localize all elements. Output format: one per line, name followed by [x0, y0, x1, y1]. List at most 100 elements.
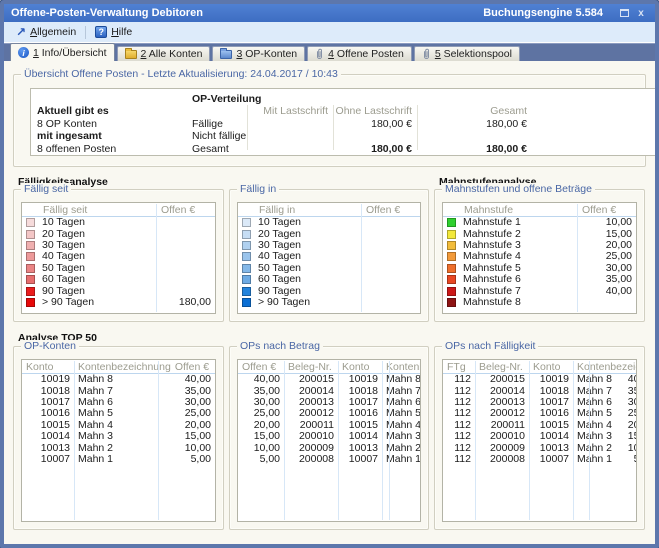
- value-faellige-gesamt: 180,00 €: [417, 118, 532, 130]
- op-verteilung-title: OP-Verteilung: [192, 93, 247, 105]
- op-konten-table: KontoKontenbezeichnungOffen €10019Mahn 8…: [21, 359, 216, 522]
- color-swatch: [242, 275, 251, 284]
- paperclip-icon: [422, 48, 431, 60]
- color-swatch: [242, 264, 251, 273]
- tab-label: 4 Offene Posten: [328, 48, 404, 60]
- column-divider: [475, 361, 476, 520]
- menu-item-allgemein[interactable]: ↗Allgemein: [12, 24, 80, 40]
- column-header: Offen €: [238, 361, 284, 373]
- tab-offene-posten[interactable]: 4 Offene Posten: [307, 46, 412, 61]
- table-header-row: Fällig seitOffen €: [22, 203, 215, 217]
- folder-icon: [125, 50, 137, 59]
- color-swatch: [242, 230, 251, 239]
- tab-info-uebersicht[interactable]: 1 Info/Übersicht: [10, 43, 115, 61]
- table-header-row: FTgBeleg-Nr.KontoKontenbezeichnungOffen …: [443, 360, 636, 374]
- column-header-mit-lastschrift: Mit Lastschrift: [247, 105, 333, 117]
- column-header: FTg: [443, 361, 475, 373]
- tab-label: 3 OP-Konten: [236, 48, 297, 60]
- table-row[interactable]: 11220001010014Mahn 315,00: [443, 431, 636, 442]
- column-divider: [247, 105, 248, 150]
- mahnstufen-table: MahnstufeOffen €Mahnstufe 110,00Mahnstuf…: [442, 202, 637, 314]
- color-swatch: [26, 252, 35, 261]
- column-divider: [338, 361, 339, 520]
- color-swatch: [26, 230, 35, 239]
- table-row[interactable]: 10 Tagen: [238, 217, 420, 228]
- table-row[interactable]: 40,0020001510019Mahn 8112: [238, 374, 420, 385]
- table-row[interactable]: Mahnstufe 425,00: [443, 251, 636, 262]
- faellig-seit-frame-label: Fällig seit: [21, 183, 71, 195]
- menu-item-hilfe[interactable]: Hilfe: [91, 24, 136, 40]
- column-header: Offen €: [362, 204, 420, 216]
- tab-alle-konten[interactable]: 2 Alle Konten: [117, 46, 211, 61]
- info-icon: [18, 47, 29, 58]
- color-swatch: [447, 252, 456, 261]
- column-divider: [389, 361, 390, 520]
- content-area: Übersicht Offene Posten - Letzte Aktuali…: [4, 61, 655, 530]
- color-swatch: [447, 241, 456, 250]
- faellig-in-frame-label: Fällig in: [237, 183, 279, 195]
- table-row[interactable]: 5,0020000810007Mahn 1112: [238, 454, 420, 465]
- summary-line: 8 offenen Posten: [37, 143, 192, 155]
- close-window-button[interactable]: x: [634, 7, 648, 20]
- column-header: Fällig seit: [22, 204, 157, 216]
- mahnstufen-groupbox: Mahnstufen und offene Beträge MahnstufeO…: [434, 189, 645, 322]
- table-row[interactable]: 11220001210016Mahn 525,00: [443, 408, 636, 419]
- table-row[interactable]: Mahnstufe 8: [443, 297, 636, 308]
- color-swatch: [242, 218, 251, 227]
- column-divider: [333, 105, 334, 150]
- column-header: Konto: [22, 361, 74, 373]
- table-row[interactable]: 15,0020001010014Mahn 3112: [238, 431, 420, 442]
- paperclip-icon: [315, 48, 324, 60]
- table-row[interactable]: 25,0020001210016Mahn 5112: [238, 408, 420, 419]
- table-header-row: Offen €Beleg-Nr.KontoKontenbezeichnungFT…: [238, 360, 420, 374]
- app-window: Offene-Posten-Verwaltung Debitoren Buchu…: [0, 0, 659, 548]
- window-title: Offene-Posten-Verwaltung Debitoren: [11, 7, 483, 19]
- tab-op-konten[interactable]: 3 OP-Konten: [212, 46, 305, 61]
- value-gesamt-gesamt: 180,00 €: [417, 143, 532, 155]
- summary-line: 8 OP Konten: [37, 118, 192, 130]
- table-row[interactable]: 60 Tagen: [22, 274, 215, 285]
- value-gesamt-ohne: 180,00 €: [333, 143, 417, 155]
- top50-heading: Analyse TOP 50: [13, 332, 646, 344]
- table-row[interactable]: 11220001510019Mahn 840,00: [443, 374, 636, 385]
- table-row[interactable]: 60 Tagen: [238, 274, 420, 285]
- color-swatch: [26, 275, 35, 284]
- table-row[interactable]: 10019Mahn 840,00: [22, 374, 215, 385]
- op-accounts-icon: [220, 50, 232, 59]
- column-header-ohne-lastschrift: Ohne Lastschrift: [333, 105, 417, 117]
- table-row[interactable]: Mahnstufe 635,00: [443, 274, 636, 285]
- table-row[interactable]: > 90 Tagen: [238, 297, 420, 308]
- column-divider: [382, 361, 383, 520]
- table-row[interactable]: 40 Tagen: [22, 251, 215, 262]
- column-header: Konto: [338, 361, 382, 373]
- table-row[interactable]: 40 Tagen: [238, 251, 420, 262]
- table-row[interactable]: 10 Tagen: [22, 217, 215, 228]
- table-row[interactable]: Mahnstufe 110,00: [443, 217, 636, 228]
- color-swatch: [26, 241, 35, 250]
- ops-nach-faelligkeit-frame-label: OPs nach Fälligkeit: [442, 340, 538, 352]
- column-divider: [529, 361, 530, 520]
- titlebar: Offene-Posten-Verwaltung Debitoren Buchu…: [4, 4, 655, 22]
- arrow-up-right-icon: ↗: [16, 27, 26, 37]
- column-divider: [284, 361, 285, 520]
- restore-window-button[interactable]: [617, 7, 631, 20]
- table-row[interactable]: 10014Mahn 315,00: [22, 431, 215, 442]
- color-swatch: [447, 230, 456, 239]
- table-row[interactable]: > 90 Tagen180,00: [22, 297, 215, 308]
- color-swatch: [242, 252, 251, 261]
- op-konten-groupbox: OP-Konten KontoKontenbezeichnungOffen €1…: [13, 346, 224, 530]
- ops-nach-betrag-table: Offen €Beleg-Nr.KontoKontenbezeichnungFT…: [237, 359, 421, 522]
- color-swatch: [242, 241, 251, 250]
- tab-selektionspool[interactable]: 5 Selektionspool: [414, 46, 520, 61]
- row-label-faellige: Fällige: [192, 118, 247, 130]
- column-header: Konto: [529, 361, 573, 373]
- color-swatch: [26, 298, 35, 307]
- faellig-in-table: Fällig inOffen €10 Tagen20 Tagen30 Tagen…: [237, 202, 421, 314]
- column-divider: [361, 204, 362, 312]
- ops-nach-betrag-groupbox: OPs nach Betrag Offen €Beleg-Nr.KontoKon…: [229, 346, 429, 530]
- table-row[interactable]: 10007Mahn 15,00: [22, 454, 215, 465]
- column-divider: [156, 204, 157, 312]
- table-row[interactable]: 10016Mahn 525,00: [22, 408, 215, 419]
- engine-version: Buchungsengine 5.584: [483, 7, 603, 19]
- table-row[interactable]: 11220000810007Mahn 15,00: [443, 454, 636, 465]
